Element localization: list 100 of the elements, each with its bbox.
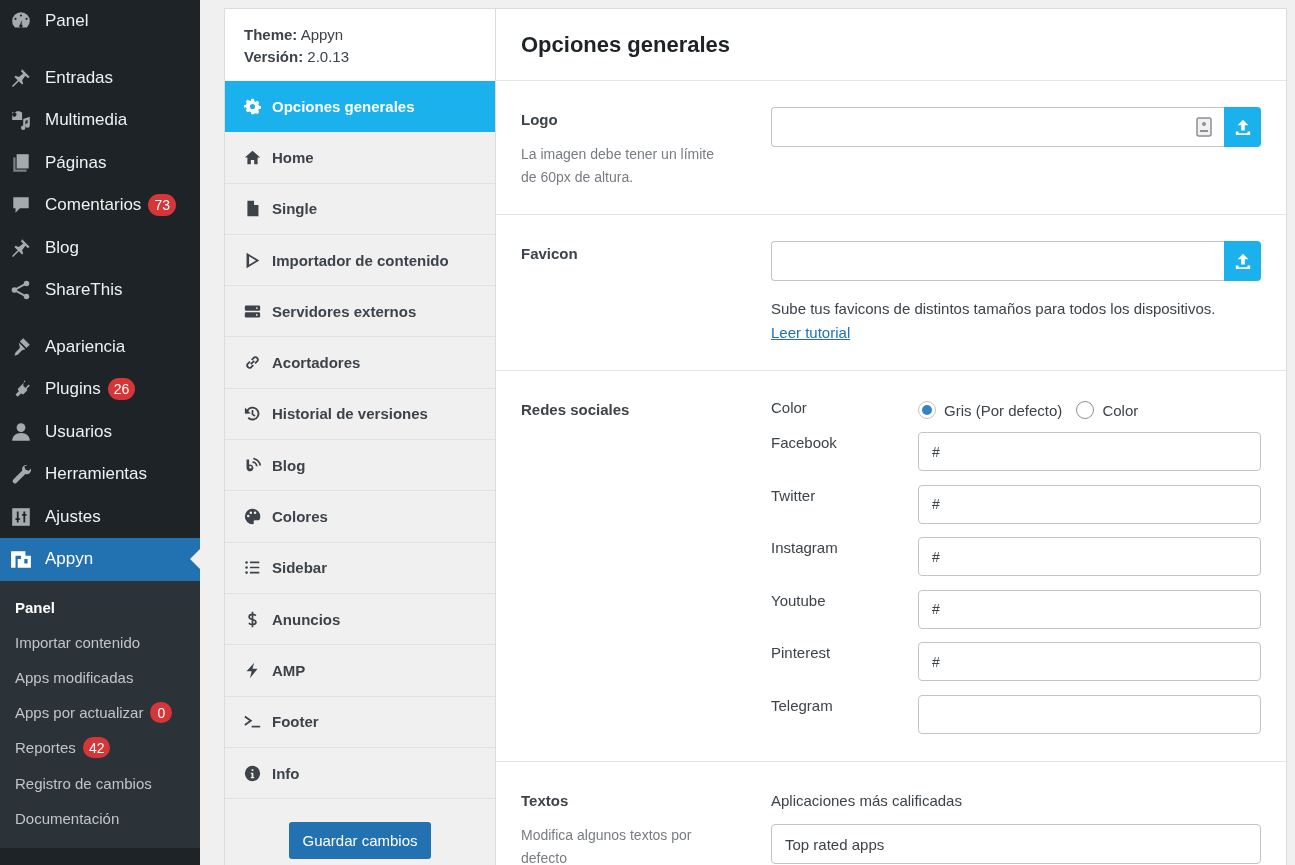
contact-card-icon: [1196, 117, 1212, 137]
menu-item-label: Multimedia: [45, 110, 128, 131]
wrench-icon: [10, 463, 32, 486]
input-field[interactable]: Top rated apps: [771, 824, 1261, 864]
help-text: Sube tus favicons de distintos tamaños para todos los dispositivos.: [771, 299, 1217, 319]
settings-tab[interactable]: Footer: [225, 696, 495, 748]
menu-item[interactable]: Panel: [0, 0, 200, 43]
menu-item-label: Plugins: [45, 379, 101, 400]
settings-tab-label: Blog: [272, 456, 306, 474]
settings-tab[interactable]: Blog: [225, 440, 495, 492]
input-field[interactable]: [771, 107, 1224, 147]
radio-label: Gris (Por defecto): [944, 401, 1063, 419]
document-icon: [244, 200, 261, 218]
field-label: Facebook: [771, 433, 838, 453]
submenu-label: Panel: [15, 598, 56, 616]
list-icon: [244, 559, 261, 577]
radio-button[interactable]: [1076, 401, 1095, 419]
input-field[interactable]: #: [918, 589, 1261, 629]
settings-tab[interactable]: Colores: [225, 491, 495, 543]
upload-icon: [1233, 252, 1252, 270]
input-field[interactable]: [918, 694, 1261, 734]
submenu-item[interactable]: Apps modificadas: [0, 659, 200, 696]
upload-button[interactable]: [1224, 107, 1261, 147]
current-pointer: [190, 549, 200, 570]
menu-item[interactable]: Blog: [0, 226, 200, 269]
settings-tab[interactable]: AMP: [225, 645, 495, 697]
page-title: Opciones generales: [496, 9, 1286, 81]
settings-tab-label: Historial de versiones: [272, 405, 428, 423]
count-badge: 73: [148, 194, 176, 217]
submenu-item[interactable]: Reportes 42: [0, 730, 200, 766]
menu-item-label: Apariencia: [45, 336, 126, 357]
section-label: Logo: [521, 111, 559, 128]
submenu-item[interactable]: Apps por actualizar 0: [0, 695, 200, 731]
settings-tab-label: Anuncios: [272, 610, 341, 628]
submenu-label: Documentación: [15, 809, 120, 827]
settings-tab-label: Importador de contenido: [272, 251, 449, 269]
menu-item-label: Comentarios: [45, 195, 142, 216]
tutorial-link[interactable]: Leer tutorial: [771, 324, 851, 341]
input-field[interactable]: #: [918, 537, 1261, 576]
field-label: Instagram: [771, 538, 839, 558]
settings-tab-label: Sidebar: [272, 559, 328, 577]
settings-tab-label: Info: [272, 764, 300, 782]
menu-item[interactable]: Appyn: [0, 538, 200, 581]
settings-tab-label: Home: [272, 148, 314, 166]
count-badge: 26: [107, 378, 136, 401]
settings-icon: [244, 97, 261, 115]
submenu-label: Apps por actualizar: [15, 704, 144, 722]
field-label: Youtube: [771, 590, 827, 611]
menu-item[interactable]: Apariencia: [0, 325, 200, 368]
submenu-label: Registro de cambios: [15, 774, 152, 792]
settings-tab[interactable]: Home: [225, 132, 495, 184]
input-field[interactable]: #: [918, 432, 1261, 471]
section-label: Redes sociales: [521, 401, 631, 418]
settings-tab[interactable]: Info: [225, 747, 495, 800]
settings-tab-label: Single: [272, 200, 317, 218]
theme-info-line: Versión: 2.0.13: [244, 47, 351, 67]
menu-item[interactable]: Plugins 26: [0, 368, 200, 411]
input-field[interactable]: #: [918, 484, 1261, 524]
settings-tab-label: Acortadores: [272, 354, 361, 372]
menu-item-label: Blog: [45, 237, 80, 258]
settings-tab[interactable]: Single: [225, 183, 495, 235]
radio-button[interactable]: [918, 401, 936, 419]
theme-info-line: Theme: Appyn: [244, 25, 345, 45]
menu-item[interactable]: Herramientas: [0, 453, 200, 496]
count-badge: 0: [150, 702, 173, 724]
menu-item[interactable]: Multimedia: [0, 99, 200, 142]
upload-button[interactable]: [1224, 241, 1261, 281]
menu-item-label: Herramientas: [45, 464, 148, 485]
menu-item[interactable]: Ajustes: [0, 495, 200, 538]
settings-tab[interactable]: Sidebar: [225, 542, 495, 594]
pages-icon: [10, 151, 32, 174]
radio-label: Color: [1102, 401, 1139, 419]
section-label: Favicon: [521, 245, 579, 262]
submenu-item[interactable]: Documentación: [0, 800, 200, 836]
submenu-label: Importar contenido: [15, 633, 141, 651]
settings-tab[interactable]: Importador de contenido: [225, 234, 495, 287]
settings-tab[interactable]: Servidores externos: [225, 286, 495, 338]
home-icon: [244, 148, 261, 166]
menu-item[interactable]: ShareThis: [0, 269, 200, 312]
menu-item[interactable]: Entradas: [0, 56, 200, 99]
input-field[interactable]: [771, 241, 1224, 281]
save-button[interactable]: Guardar cambios: [289, 822, 431, 860]
section-description: La imagen debe tener un límite de 60px de altura.: [521, 145, 715, 187]
settings-tab[interactable]: Historial de versiones: [225, 388, 495, 441]
section-label: Textos: [521, 792, 570, 809]
settings-tab[interactable]: Anuncios: [225, 593, 495, 646]
menu-item[interactable]: Usuarios: [0, 410, 200, 453]
input-field[interactable]: #: [918, 642, 1261, 681]
submenu-label: Apps modificadas: [15, 668, 134, 686]
submenu-item[interactable]: Panel: [0, 589, 200, 625]
settings-tab[interactable]: Acortadores: [225, 337, 495, 389]
menu-item-label: Usuarios: [45, 421, 113, 442]
menu-item[interactable]: Comentarios 73: [0, 184, 200, 227]
menu-item-label: Entradas: [45, 67, 114, 88]
submenu-item[interactable]: Registro de cambios: [0, 765, 200, 801]
settings-tab-label: Footer: [272, 713, 319, 731]
field-label: Twitter: [771, 485, 817, 506]
submenu-item[interactable]: Importar contenido: [0, 624, 200, 660]
field-label: Color: [771, 398, 808, 418]
menu-item[interactable]: Páginas: [0, 141, 200, 184]
